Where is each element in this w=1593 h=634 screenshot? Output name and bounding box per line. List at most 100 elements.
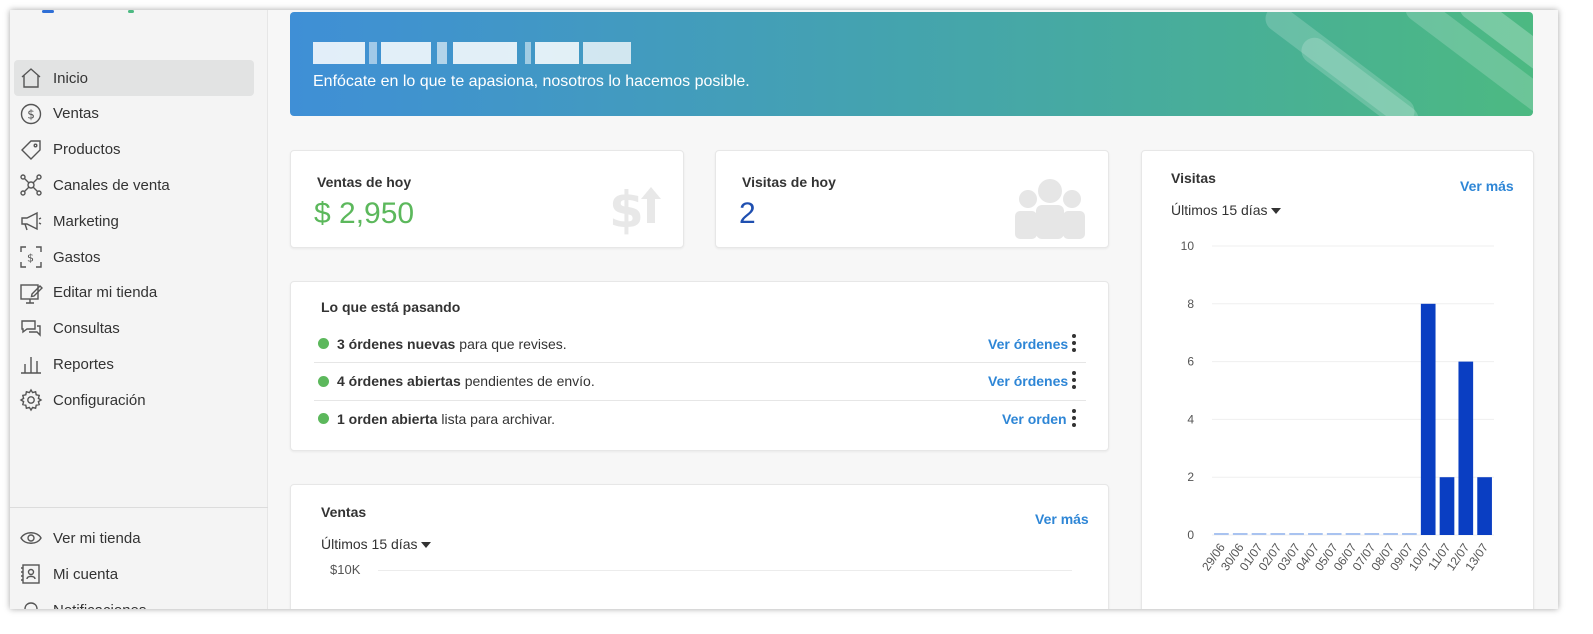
visits-bar-chart: 024681029/0630/0601/0702/0703/0704/0705/… xyxy=(1181,239,1494,573)
gear-icon xyxy=(19,388,43,412)
welcome-banner: Enfócate en lo que te apasiona, nosotros… xyxy=(290,12,1533,116)
activity-card: Lo que está pasando 3 órdenes nuevas para… xyxy=(290,281,1109,451)
users-icon xyxy=(1015,179,1085,239)
activity-row: 1 orden abierta lista para archivar. Ver o… xyxy=(314,400,1086,437)
home-icon xyxy=(19,66,43,90)
sidebar-item-consultas[interactable]: Consultas xyxy=(14,311,254,347)
bar[interactable] xyxy=(1402,533,1417,535)
activity-row-highlight: 3 órdenes nuevas xyxy=(337,335,456,352)
bar[interactable] xyxy=(1308,533,1323,535)
bar[interactable] xyxy=(1383,533,1398,535)
sales-chart-title: Ventas xyxy=(321,504,367,520)
dollar-up-icon: $ xyxy=(609,181,661,237)
activity-row: 3 órdenes nuevas para que revises. Ver órd… xyxy=(314,325,1086,362)
sales-today-label: Ventas de hoy xyxy=(317,174,412,190)
sales-range-dropdown[interactable]: Últimos 15 días xyxy=(321,536,432,552)
sidebar-item-canales-de-venta[interactable]: Canales de venta xyxy=(14,167,254,203)
bar[interactable] xyxy=(1345,533,1361,535)
activity-row-text: lista para archivar. xyxy=(441,410,555,427)
bar[interactable] xyxy=(1232,533,1248,535)
activity-row-highlight: 4 órdenes abiertas xyxy=(337,373,461,389)
sidebar-item-gastos[interactable]: $ Gastos xyxy=(14,239,254,275)
activity-row-link[interactable]: Ver órdenes xyxy=(988,336,1068,352)
activity-row-link[interactable]: Ver órdenes xyxy=(988,373,1068,389)
bar[interactable] xyxy=(1270,533,1286,535)
more-options-icon[interactable] xyxy=(1072,371,1076,391)
visits-today-value: 2 xyxy=(739,197,756,230)
account-icon xyxy=(19,562,43,586)
more-options-icon[interactable] xyxy=(1072,333,1076,354)
sidebar-item-productos[interactable]: Productos xyxy=(14,132,254,168)
sidebar-item-label: Canales de venta xyxy=(53,176,170,194)
sidebar: Inicio $ Ventas Productos Canales de venta Ma… xyxy=(10,10,268,609)
eye-icon xyxy=(19,526,43,550)
bar[interactable] xyxy=(1326,533,1342,535)
sales-y-tick: $10K xyxy=(330,562,361,577)
bar[interactable] xyxy=(1420,303,1436,535)
sales-gridline xyxy=(378,570,1072,571)
sales-chart-card: Ventas Ver más Últimos 15 días $10K xyxy=(290,484,1109,609)
bar[interactable] xyxy=(1458,361,1474,535)
activity-row-text: pendientes de envío. xyxy=(464,373,595,389)
tag-icon xyxy=(19,138,43,162)
sidebar-item-marketing[interactable]: Marketing xyxy=(14,203,254,239)
y-tick-label: 4 xyxy=(1187,412,1194,426)
y-tick-label: 10 xyxy=(1181,239,1195,253)
chat-icon xyxy=(19,317,43,341)
sales-see-more-link[interactable]: Ver más xyxy=(1035,511,1089,527)
bar[interactable] xyxy=(1439,477,1455,535)
sidebar-item-ventas[interactable]: $ Ventas xyxy=(14,96,254,132)
bar[interactable] xyxy=(1251,533,1267,535)
megaphone-icon xyxy=(19,209,43,233)
banner-title-pixelated xyxy=(313,42,631,64)
svg-text:$: $ xyxy=(609,181,644,237)
status-dot xyxy=(318,413,329,424)
y-tick-label: 8 xyxy=(1187,297,1194,311)
sidebar-item-label: Ver mi tienda xyxy=(53,529,141,547)
status-dot xyxy=(318,338,329,349)
visits-today-label: Visitas de hoy xyxy=(742,174,836,190)
sidebar-item-inicio[interactable]: Inicio xyxy=(14,60,254,96)
sidebar-item-label: Marketing xyxy=(53,212,119,230)
visits-today-card: Visitas de hoy 2 xyxy=(715,150,1109,248)
sidebar-item-configuracion[interactable]: Configuración xyxy=(14,382,254,418)
activity-row: 4 órdenes abiertas pendientes de envío. Ve… xyxy=(314,363,1086,400)
activity-title: Lo que está pasando xyxy=(321,299,461,315)
svg-text:$: $ xyxy=(27,107,35,121)
sidebar-item-ver-mi-tienda[interactable]: Ver mi tienda xyxy=(14,520,254,556)
bar[interactable] xyxy=(1477,477,1492,535)
banner-decoration xyxy=(1296,32,1424,116)
main-content: Enfócate en lo que te apasiona, nosotros… xyxy=(269,10,1558,609)
bar[interactable] xyxy=(1364,533,1380,535)
sidebar-item-editar-mi-tienda[interactable]: Editar mi tienda xyxy=(14,275,254,311)
app-window: Inicio $ Ventas Productos Canales de venta Ma… xyxy=(10,10,1558,609)
sidebar-item-label: Inicio xyxy=(53,69,89,87)
expenses-icon: $ xyxy=(19,245,43,269)
visits-chart-card: Visitas Ver más Últimos 15 días 0 2 4 6 8 10 2… xyxy=(1141,150,1534,609)
svg-text:$: $ xyxy=(27,252,34,265)
sidebar-item-label: Notificaciones xyxy=(53,602,146,610)
sidebar-item-label: Gastos xyxy=(53,248,101,266)
sidebar-item-mi-cuenta[interactable]: Mi cuenta xyxy=(14,556,254,592)
sidebar-item-label: Mi cuenta xyxy=(53,565,119,583)
sales-range-label: Últimos 15 días xyxy=(321,536,418,552)
bell-icon xyxy=(19,598,43,609)
activity-row-highlight: 1 orden abierta xyxy=(337,410,438,427)
y-tick-label: 0 xyxy=(1187,528,1194,542)
logo xyxy=(40,10,134,15)
sales-today-value: $ 2,950 xyxy=(314,197,415,230)
activity-row-text: para que revises. xyxy=(459,335,567,352)
sidebar-item-label: Productos xyxy=(53,141,121,159)
more-options-icon[interactable] xyxy=(1072,408,1076,429)
sidebar-item-label: Reportes xyxy=(53,355,114,373)
sidebar-item-label: Editar mi tienda xyxy=(53,284,158,302)
y-tick-label: 2 xyxy=(1187,470,1194,484)
sidebar-item-reportes[interactable]: Reportes xyxy=(14,346,254,382)
sidebar-item-notificaciones[interactable]: Notificaciones xyxy=(14,592,254,609)
bar[interactable] xyxy=(1289,533,1304,535)
network-icon xyxy=(19,173,43,197)
activity-row-link[interactable]: Ver orden xyxy=(1002,411,1067,427)
bar-chart-icon xyxy=(19,352,43,376)
bar[interactable] xyxy=(1214,533,1229,535)
edit-store-icon xyxy=(19,281,43,305)
